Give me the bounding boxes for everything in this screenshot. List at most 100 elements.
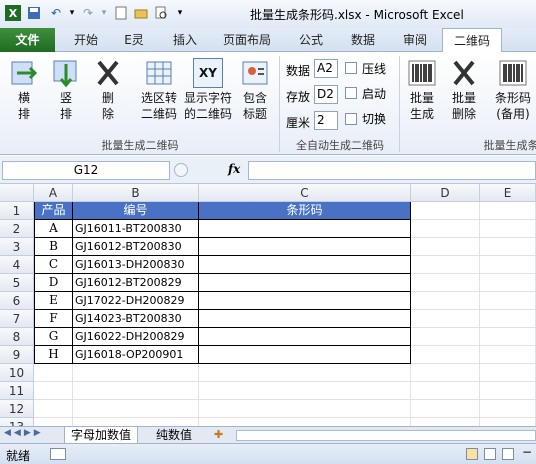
row-header[interactable]: 13 — [0, 418, 34, 426]
expand-name-box-icon[interactable] — [174, 163, 188, 177]
store-range-input[interactable]: D2 — [314, 85, 338, 104]
grid-cell[interactable] — [480, 238, 536, 256]
grid-cell[interactable] — [480, 274, 536, 292]
tab-home[interactable]: 开始 — [64, 28, 108, 52]
product-cell[interactable]: A — [34, 220, 73, 238]
grid-cell[interactable] — [73, 418, 199, 426]
grid-cell[interactable] — [411, 202, 480, 220]
grid-cell[interactable] — [411, 346, 480, 364]
grid-cell[interactable] — [411, 238, 480, 256]
barcode-cell[interactable] — [199, 256, 411, 274]
vertical-button[interactable]: 竖 排 — [50, 58, 82, 122]
normal-view-icon[interactable] — [466, 448, 478, 460]
tab-insert[interactable]: 插入 — [162, 28, 208, 52]
undo-dropdown-icon[interactable]: ▾ — [64, 5, 80, 21]
row-header[interactable]: 9 — [0, 346, 34, 364]
grid-cell[interactable] — [73, 400, 199, 418]
table-header-cell[interactable]: 产品 — [34, 202, 73, 220]
grid-cell[interactable] — [480, 346, 536, 364]
product-cell[interactable]: G — [34, 328, 73, 346]
barcode-backup-button[interactable]: 条形码 (备用) — [491, 58, 535, 122]
grid-cell[interactable] — [480, 220, 536, 238]
tab-review[interactable]: 审阅 — [392, 28, 438, 52]
barcode-cell[interactable] — [199, 220, 411, 238]
product-cell[interactable]: C — [34, 256, 73, 274]
row-header[interactable]: 4 — [0, 256, 34, 274]
redo-icon[interactable]: ↷ — [80, 5, 96, 21]
grid-cell[interactable] — [34, 364, 73, 382]
grid-cell[interactable] — [199, 418, 411, 426]
product-cell[interactable]: F — [34, 310, 73, 328]
code-cell[interactable]: GJ16012-BT200829 — [73, 274, 199, 292]
row-header[interactable]: 2 — [0, 220, 34, 238]
redo-dropdown-icon[interactable]: ▾ — [96, 5, 112, 21]
grid-cell[interactable] — [411, 292, 480, 310]
code-cell[interactable]: GJ17022-DH200829 — [73, 292, 199, 310]
code-cell[interactable]: GJ16022-DH200829 — [73, 328, 199, 346]
grid-cell[interactable] — [34, 382, 73, 400]
row-header[interactable]: 3 — [0, 238, 34, 256]
barcode-cell[interactable] — [199, 238, 411, 256]
page-layout-view-icon[interactable] — [484, 448, 496, 460]
select-all-corner[interactable] — [0, 184, 34, 202]
column-header[interactable]: D — [411, 184, 480, 202]
tab-data[interactable]: 数据 — [340, 28, 386, 52]
customize-quick-access-icon[interactable]: ▾ — [172, 5, 188, 21]
zoom-out-icon[interactable]: − — [522, 445, 532, 459]
grid-cell[interactable] — [480, 310, 536, 328]
row-header[interactable]: 7 — [0, 310, 34, 328]
selection-to-qr-button[interactable]: 选区转 二维码 — [136, 58, 182, 122]
save-icon[interactable] — [26, 5, 42, 21]
sheet-tab-numbers[interactable]: 纯数值 — [150, 427, 198, 444]
batch-delete-button[interactable]: 批量 删除 — [447, 58, 481, 122]
table-header-cell[interactable]: 编号 — [73, 202, 199, 220]
column-header[interactable]: C — [199, 184, 411, 202]
tab-qrcode[interactable]: 二维码 — [442, 28, 502, 53]
insert-sheet-icon[interactable]: ✚ — [214, 428, 223, 441]
grid-cell[interactable] — [73, 364, 199, 382]
undo-icon[interactable]: ↶ — [48, 5, 64, 21]
show-text-qr-button[interactable]: XY 显示字符 的二维码 — [182, 58, 234, 122]
column-header[interactable]: E — [480, 184, 536, 202]
include-title-button[interactable]: 包含 标题 — [238, 58, 272, 122]
name-box[interactable]: G12 — [2, 161, 170, 180]
grid-cell[interactable] — [480, 292, 536, 310]
code-cell[interactable]: GJ16018-OP200901 — [73, 346, 199, 364]
data-range-input[interactable]: A2 — [314, 59, 338, 78]
product-cell[interactable]: D — [34, 274, 73, 292]
grid-cell[interactable] — [73, 382, 199, 400]
print-preview-icon[interactable] — [153, 5, 169, 21]
column-header[interactable]: A — [34, 184, 73, 202]
barcode-cell[interactable] — [199, 292, 411, 310]
grid-cell[interactable] — [480, 418, 536, 426]
grid-cell[interactable] — [480, 328, 536, 346]
start-checkbox[interactable] — [345, 87, 357, 99]
row-header[interactable]: 12 — [0, 400, 34, 418]
grid-cell[interactable] — [199, 382, 411, 400]
open-folder-icon[interactable] — [133, 5, 149, 21]
sheet-nav-arrows-icon[interactable]: ◀◀▶▶ — [4, 428, 44, 438]
row-header[interactable]: 1 — [0, 202, 34, 220]
barcode-cell[interactable] — [199, 310, 411, 328]
table-header-cell[interactable]: 条形码 — [199, 202, 411, 220]
grid-cell[interactable] — [411, 400, 480, 418]
barcode-cell[interactable] — [199, 274, 411, 292]
row-header[interactable]: 11 — [0, 382, 34, 400]
press-line-checkbox[interactable] — [345, 62, 357, 74]
page-break-view-icon[interactable] — [502, 448, 514, 460]
barcode-cell[interactable] — [199, 346, 411, 364]
horizontal-button[interactable]: 横 排 — [8, 58, 40, 122]
grid-cell[interactable] — [480, 202, 536, 220]
grid-cell[interactable] — [199, 400, 411, 418]
grid-cell[interactable] — [480, 256, 536, 274]
delete-button[interactable]: 删 除 — [92, 58, 124, 122]
grid-cell[interactable] — [411, 256, 480, 274]
horizontal-scrollbar[interactable] — [236, 430, 536, 441]
row-header[interactable]: 6 — [0, 292, 34, 310]
product-cell[interactable]: H — [34, 346, 73, 364]
product-cell[interactable]: E — [34, 292, 73, 310]
batch-generate-button[interactable]: 批量 生成 — [405, 58, 439, 122]
grid-cell[interactable] — [411, 382, 480, 400]
switch-checkbox[interactable] — [345, 113, 357, 125]
grid-cell[interactable] — [411, 418, 480, 426]
